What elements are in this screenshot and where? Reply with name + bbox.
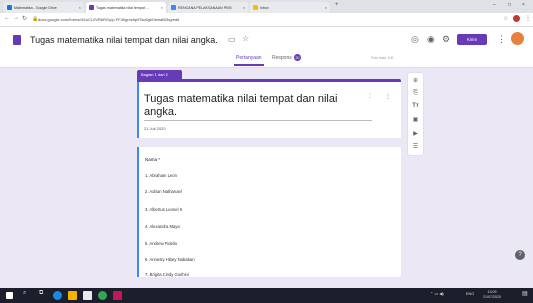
drive-favicon-icon bbox=[7, 5, 12, 10]
tab-label: Tugas matematika nilai tempat ... bbox=[96, 5, 149, 10]
notifications-icon[interactable]: ▤ bbox=[522, 290, 528, 297]
tab-label: RENCANA PELAKSANAAN PEM bbox=[178, 5, 232, 10]
edge-icon[interactable] bbox=[53, 291, 62, 300]
profile-avatar[interactable] bbox=[513, 15, 520, 22]
forms-logo-icon[interactable] bbox=[13, 35, 21, 45]
section-label: Bagian 1 dari 2 bbox=[137, 70, 182, 79]
browser-tab-inbox[interactable]: Inbox × bbox=[250, 2, 330, 13]
clock-date: 21/07/2020 bbox=[483, 294, 501, 299]
form-description[interactable]: 21 Juli 2020 bbox=[144, 126, 166, 131]
title-underline bbox=[144, 120, 372, 121]
responses-count-badge: 20 bbox=[294, 54, 301, 61]
tab-label: Inbox bbox=[260, 5, 269, 10]
browser-tab-forms[interactable]: Tugas matematika nilai tempat ... × bbox=[86, 2, 166, 13]
close-window-icon[interactable]: × bbox=[522, 2, 525, 8]
browser-menu-icon[interactable]: ⋮ bbox=[525, 15, 531, 22]
taskbar bbox=[0, 288, 533, 303]
browser-tab-docs[interactable]: RENCANA PELAKSANAAN PEM × bbox=[168, 2, 248, 13]
total-points: Poin total: 100 bbox=[371, 56, 394, 60]
close-tab-icon[interactable]: × bbox=[243, 5, 245, 10]
mail-favicon-icon bbox=[253, 5, 258, 10]
list-item: 4. Alexandra Maya bbox=[145, 224, 180, 229]
reload-icon[interactable]: ↻ bbox=[22, 15, 27, 22]
send-button[interactable]: Kirim bbox=[457, 34, 487, 45]
system-tray[interactable]: ⌃ ▭ ◀) bbox=[430, 291, 444, 296]
settings-gear-icon[interactable]: ⚙ bbox=[442, 34, 450, 45]
add-video-icon[interactable]: ▶ bbox=[409, 127, 422, 139]
close-tab-icon[interactable]: × bbox=[79, 5, 81, 10]
list-item: 5. Andrew Fidelio bbox=[145, 241, 178, 246]
list-item: 1. Abraham Leon bbox=[145, 173, 177, 178]
file-explorer-icon[interactable] bbox=[68, 291, 77, 300]
tab-responses[interactable]: Respons bbox=[272, 55, 292, 61]
move-to-folder-icon[interactable]: ▭ bbox=[228, 35, 236, 44]
list-item: 3. Albertus Leonel K bbox=[145, 207, 183, 212]
question-title: Nama * bbox=[145, 157, 161, 162]
form-title[interactable]: Tugas matematika nilai tempat dan nilai … bbox=[144, 93, 349, 119]
language-indicator[interactable]: ENG bbox=[466, 292, 474, 296]
list-item: 6. Annesty Hilary Nababan bbox=[145, 257, 195, 262]
list-item: 2. Adrian Nathanael bbox=[145, 189, 182, 194]
tab-questions[interactable]: Pertanyaan bbox=[236, 55, 262, 61]
start-icon[interactable] bbox=[6, 292, 13, 299]
document-title[interactable]: Tugas matematika nilai tempat dan nilai … bbox=[30, 35, 218, 45]
help-icon[interactable]: ? bbox=[515, 250, 525, 260]
palette-icon[interactable]: ◎ bbox=[411, 34, 419, 45]
back-icon[interactable]: ← bbox=[4, 15, 10, 21]
add-image-icon[interactable]: ▣ bbox=[409, 113, 422, 125]
browser-tab-drive[interactable]: Matematika - Google Drive × bbox=[4, 2, 84, 13]
tab-label: Matematika - Google Drive bbox=[14, 5, 57, 10]
account-avatar[interactable] bbox=[511, 32, 524, 45]
active-tab-indicator bbox=[234, 64, 264, 66]
maximize-icon[interactable]: □ bbox=[508, 2, 511, 8]
media-app-icon[interactable] bbox=[113, 291, 122, 300]
taskbar-clock[interactable]: 13:09 21/07/2020 bbox=[483, 290, 501, 299]
store-icon[interactable] bbox=[83, 291, 92, 300]
more-options-icon[interactable]: ⋮ bbox=[497, 34, 506, 45]
preview-eye-icon[interactable]: ◉ bbox=[427, 34, 435, 45]
collapse-icon[interactable]: ⁚ bbox=[369, 93, 371, 100]
close-tab-icon[interactable]: × bbox=[161, 5, 163, 10]
add-section-icon[interactable]: ☰ bbox=[409, 140, 422, 152]
section-more-icon[interactable]: ⋮ bbox=[385, 93, 391, 100]
forms-favicon-icon bbox=[89, 5, 94, 10]
docs-favicon-icon bbox=[171, 5, 176, 10]
star-icon[interactable]: ☆ bbox=[242, 34, 249, 43]
chrome-icon[interactable] bbox=[98, 291, 107, 300]
task-view-icon[interactable]: ⧉ bbox=[39, 290, 43, 297]
forms-header bbox=[0, 27, 533, 68]
minimize-icon[interactable]: – bbox=[493, 2, 496, 8]
new-tab-button[interactable]: + bbox=[335, 2, 339, 8]
search-icon[interactable]: ⌕ bbox=[23, 290, 26, 297]
close-tab-icon[interactable]: × bbox=[325, 5, 327, 10]
add-title-icon[interactable]: Tт bbox=[409, 100, 422, 112]
add-question-icon[interactable]: ⊕ bbox=[409, 74, 422, 86]
url-field[interactable]: docs.google.com/forms/d/1sCL0VRbRGy/p-FF… bbox=[38, 17, 458, 24]
forward-icon[interactable]: → bbox=[13, 15, 19, 21]
star-icon[interactable]: ☆ bbox=[503, 15, 508, 22]
import-questions-icon[interactable]: ⎘ bbox=[409, 87, 422, 99]
list-item: 7. Brigita Cindy Gushini bbox=[145, 272, 189, 277]
